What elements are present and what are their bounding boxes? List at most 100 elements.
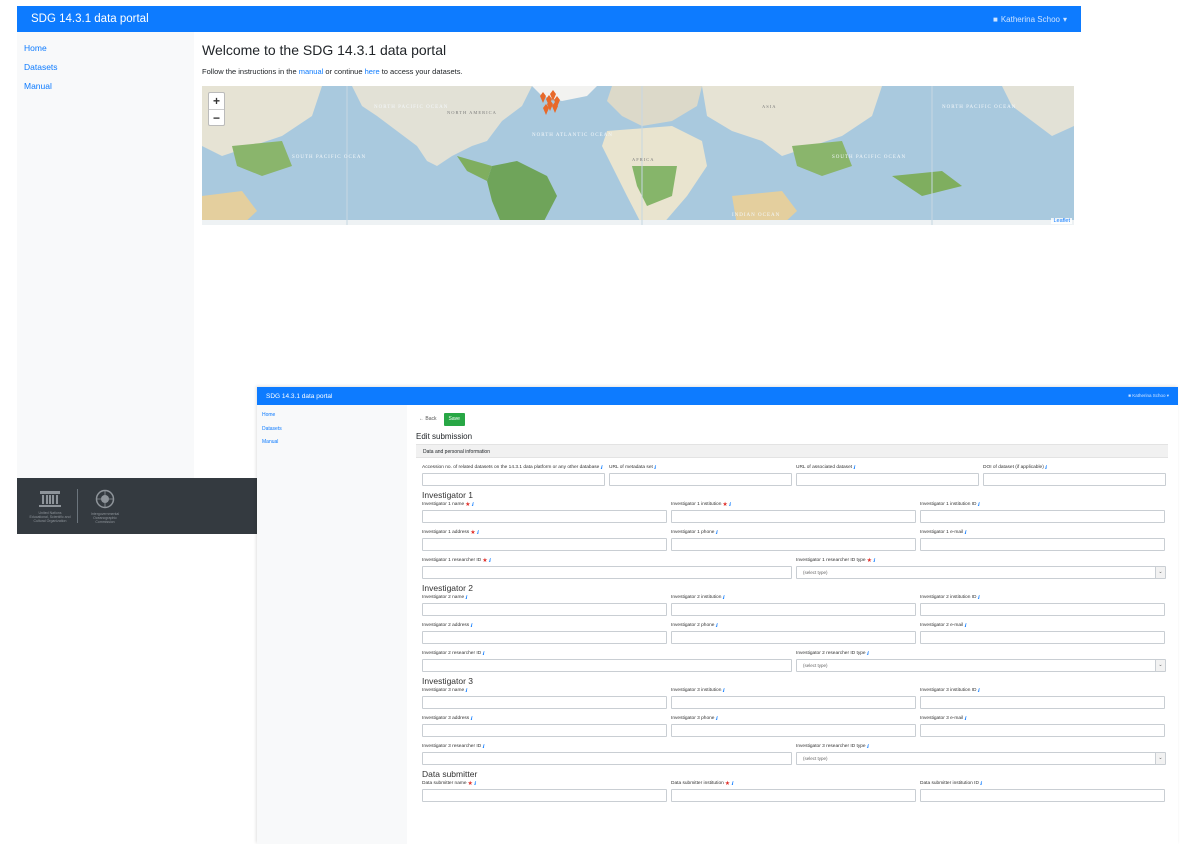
- text-input[interactable]: [671, 510, 916, 523]
- text-input[interactable]: [671, 631, 916, 644]
- text-input[interactable]: [422, 696, 667, 709]
- info-icon[interactable]: ℹ: [482, 744, 484, 750]
- info-icon[interactable]: ℹ: [715, 623, 717, 629]
- info-icon[interactable]: ℹ: [1045, 465, 1047, 471]
- info-icon[interactable]: ℹ: [978, 688, 980, 694]
- info-icon[interactable]: ℹ: [867, 744, 869, 750]
- info-icon[interactable]: ℹ: [964, 530, 966, 536]
- info-icon[interactable]: ℹ: [873, 558, 875, 564]
- researcher-id-type-select[interactable]: (select type) ⌄: [796, 659, 1166, 672]
- here-link[interactable]: here: [365, 67, 380, 76]
- sidebar-item-home[interactable]: Home: [257, 409, 407, 423]
- text-input[interactable]: [422, 510, 667, 523]
- text-input[interactable]: [920, 538, 1165, 551]
- sidebar-item-datasets[interactable]: Datasets: [257, 423, 407, 437]
- field-label-text: Investigator 3 institution ID: [920, 688, 977, 693]
- info-icon[interactable]: ℹ: [731, 781, 733, 787]
- form-field: Investigator 1 researcher ID type ★ ℹ (sele…: [796, 551, 1166, 579]
- text-input[interactable]: [422, 724, 667, 737]
- text-input[interactable]: [983, 473, 1166, 486]
- field-label: Investigator 2 researcher ID type ℹ: [796, 644, 1166, 659]
- text-input[interactable]: [671, 724, 916, 737]
- user-name: Katherina Schoo: [1000, 14, 1060, 24]
- text-input[interactable]: [920, 696, 1165, 709]
- select-placeholder: (select type): [803, 570, 828, 575]
- form-body: Accession no. of related datasets on the…: [416, 458, 1168, 802]
- info-icon[interactable]: ℹ: [980, 781, 982, 787]
- required-star-icon: ★: [724, 781, 731, 787]
- text-input[interactable]: [422, 752, 792, 765]
- info-icon[interactable]: ℹ: [489, 558, 491, 564]
- info-icon[interactable]: ℹ: [729, 502, 731, 508]
- field-label-text: Investigator 1 researcher ID type: [796, 558, 866, 563]
- researcher-id-type-select[interactable]: (select type) ⌄: [796, 752, 1166, 765]
- researcher-id-type-select[interactable]: (select type) ⌄: [796, 566, 1166, 579]
- text-input[interactable]: [609, 473, 792, 486]
- text-input[interactable]: [422, 631, 667, 644]
- text-input[interactable]: [671, 696, 916, 709]
- info-icon[interactable]: ℹ: [978, 595, 980, 601]
- text-input[interactable]: [796, 473, 979, 486]
- main-content: Welcome to the SDG 14.3.1 data portal Fo…: [202, 42, 1074, 76]
- info-icon[interactable]: ℹ: [722, 595, 724, 601]
- world-map[interactable]: NORTH PACIFIC OCEAN NORTH ATLANTIC OCEAN…: [202, 86, 1074, 225]
- info-icon[interactable]: ℹ: [600, 465, 602, 471]
- info-icon[interactable]: ℹ: [722, 688, 724, 694]
- info-icon[interactable]: ℹ: [964, 623, 966, 629]
- sidebar-item-manual[interactable]: Manual: [17, 77, 194, 96]
- info-icon[interactable]: ℹ: [465, 595, 467, 601]
- sidebar-item-datasets[interactable]: Datasets: [17, 58, 194, 77]
- navbar-brand[interactable]: SDG 14.3.1 data portal: [266, 393, 333, 400]
- map-label: SOUTH PACIFIC OCEAN: [292, 155, 366, 160]
- zoom-out-button[interactable]: −: [209, 109, 224, 125]
- text-input[interactable]: [920, 789, 1165, 802]
- user-menu[interactable]: ■ Katherina Schoo ▾: [1128, 393, 1169, 399]
- info-icon[interactable]: ℹ: [477, 530, 479, 536]
- info-icon[interactable]: ℹ: [867, 651, 869, 657]
- text-input[interactable]: [920, 724, 1165, 737]
- navbar-brand[interactable]: SDG 14.3.1 data portal: [31, 13, 149, 25]
- field-label: Investigator 1 name ★ ℹ: [422, 501, 667, 510]
- text-input[interactable]: [422, 659, 792, 672]
- form-field: Investigator 2 researcher ID type ℹ (selec…: [796, 644, 1166, 672]
- zoom-in-button[interactable]: +: [209, 93, 224, 109]
- form-row: Investigator 1 name ★ ℹ Investigator 1 inst…: [416, 501, 1168, 523]
- info-icon[interactable]: ℹ: [978, 502, 980, 508]
- field-label-text: URL of metadata set: [609, 465, 653, 470]
- save-button[interactable]: Save: [443, 413, 465, 426]
- text-input[interactable]: [920, 603, 1165, 616]
- text-input[interactable]: [422, 473, 605, 486]
- field-label-text: DOI of dataset (if applicable): [983, 465, 1044, 470]
- info-icon[interactable]: ℹ: [715, 716, 717, 722]
- text-input[interactable]: [920, 631, 1165, 644]
- text-input[interactable]: [422, 538, 667, 551]
- field-label-text: Investigator 2 phone: [671, 623, 715, 628]
- text-input[interactable]: [422, 566, 792, 579]
- text-input[interactable]: [671, 789, 916, 802]
- sidebar-item-manual[interactable]: Manual: [257, 436, 407, 450]
- text-input[interactable]: [920, 510, 1165, 523]
- info-icon[interactable]: ℹ: [470, 623, 472, 629]
- info-icon[interactable]: ℹ: [715, 530, 717, 536]
- info-icon[interactable]: ℹ: [482, 651, 484, 657]
- text-input[interactable]: [671, 603, 916, 616]
- info-icon[interactable]: ℹ: [472, 502, 474, 508]
- field-label-text: Investigator 3 researcher ID: [422, 744, 482, 749]
- info-icon[interactable]: ℹ: [654, 465, 656, 471]
- info-icon[interactable]: ℹ: [470, 716, 472, 722]
- form-field: Data submitter name ★ ℹ: [422, 780, 667, 802]
- text-input[interactable]: [422, 603, 667, 616]
- back-button[interactable]: ← Back: [416, 413, 440, 426]
- map-attribution[interactable]: Leaflet: [1051, 218, 1072, 224]
- info-icon[interactable]: ℹ: [964, 716, 966, 722]
- top-navbar: SDG 14.3.1 data portal ■ Katherina Schoo…: [17, 6, 1081, 32]
- field-label: Investigator 3 address ℹ: [422, 709, 667, 724]
- info-icon[interactable]: ℹ: [853, 465, 855, 471]
- info-icon[interactable]: ℹ: [474, 781, 476, 787]
- user-menu[interactable]: ■ Katherina Schoo ▾: [993, 15, 1067, 24]
- sidebar-item-home[interactable]: Home: [17, 39, 194, 58]
- text-input[interactable]: [671, 538, 916, 551]
- info-icon[interactable]: ℹ: [465, 688, 467, 694]
- text-input[interactable]: [422, 789, 667, 802]
- manual-link[interactable]: manual: [299, 67, 324, 76]
